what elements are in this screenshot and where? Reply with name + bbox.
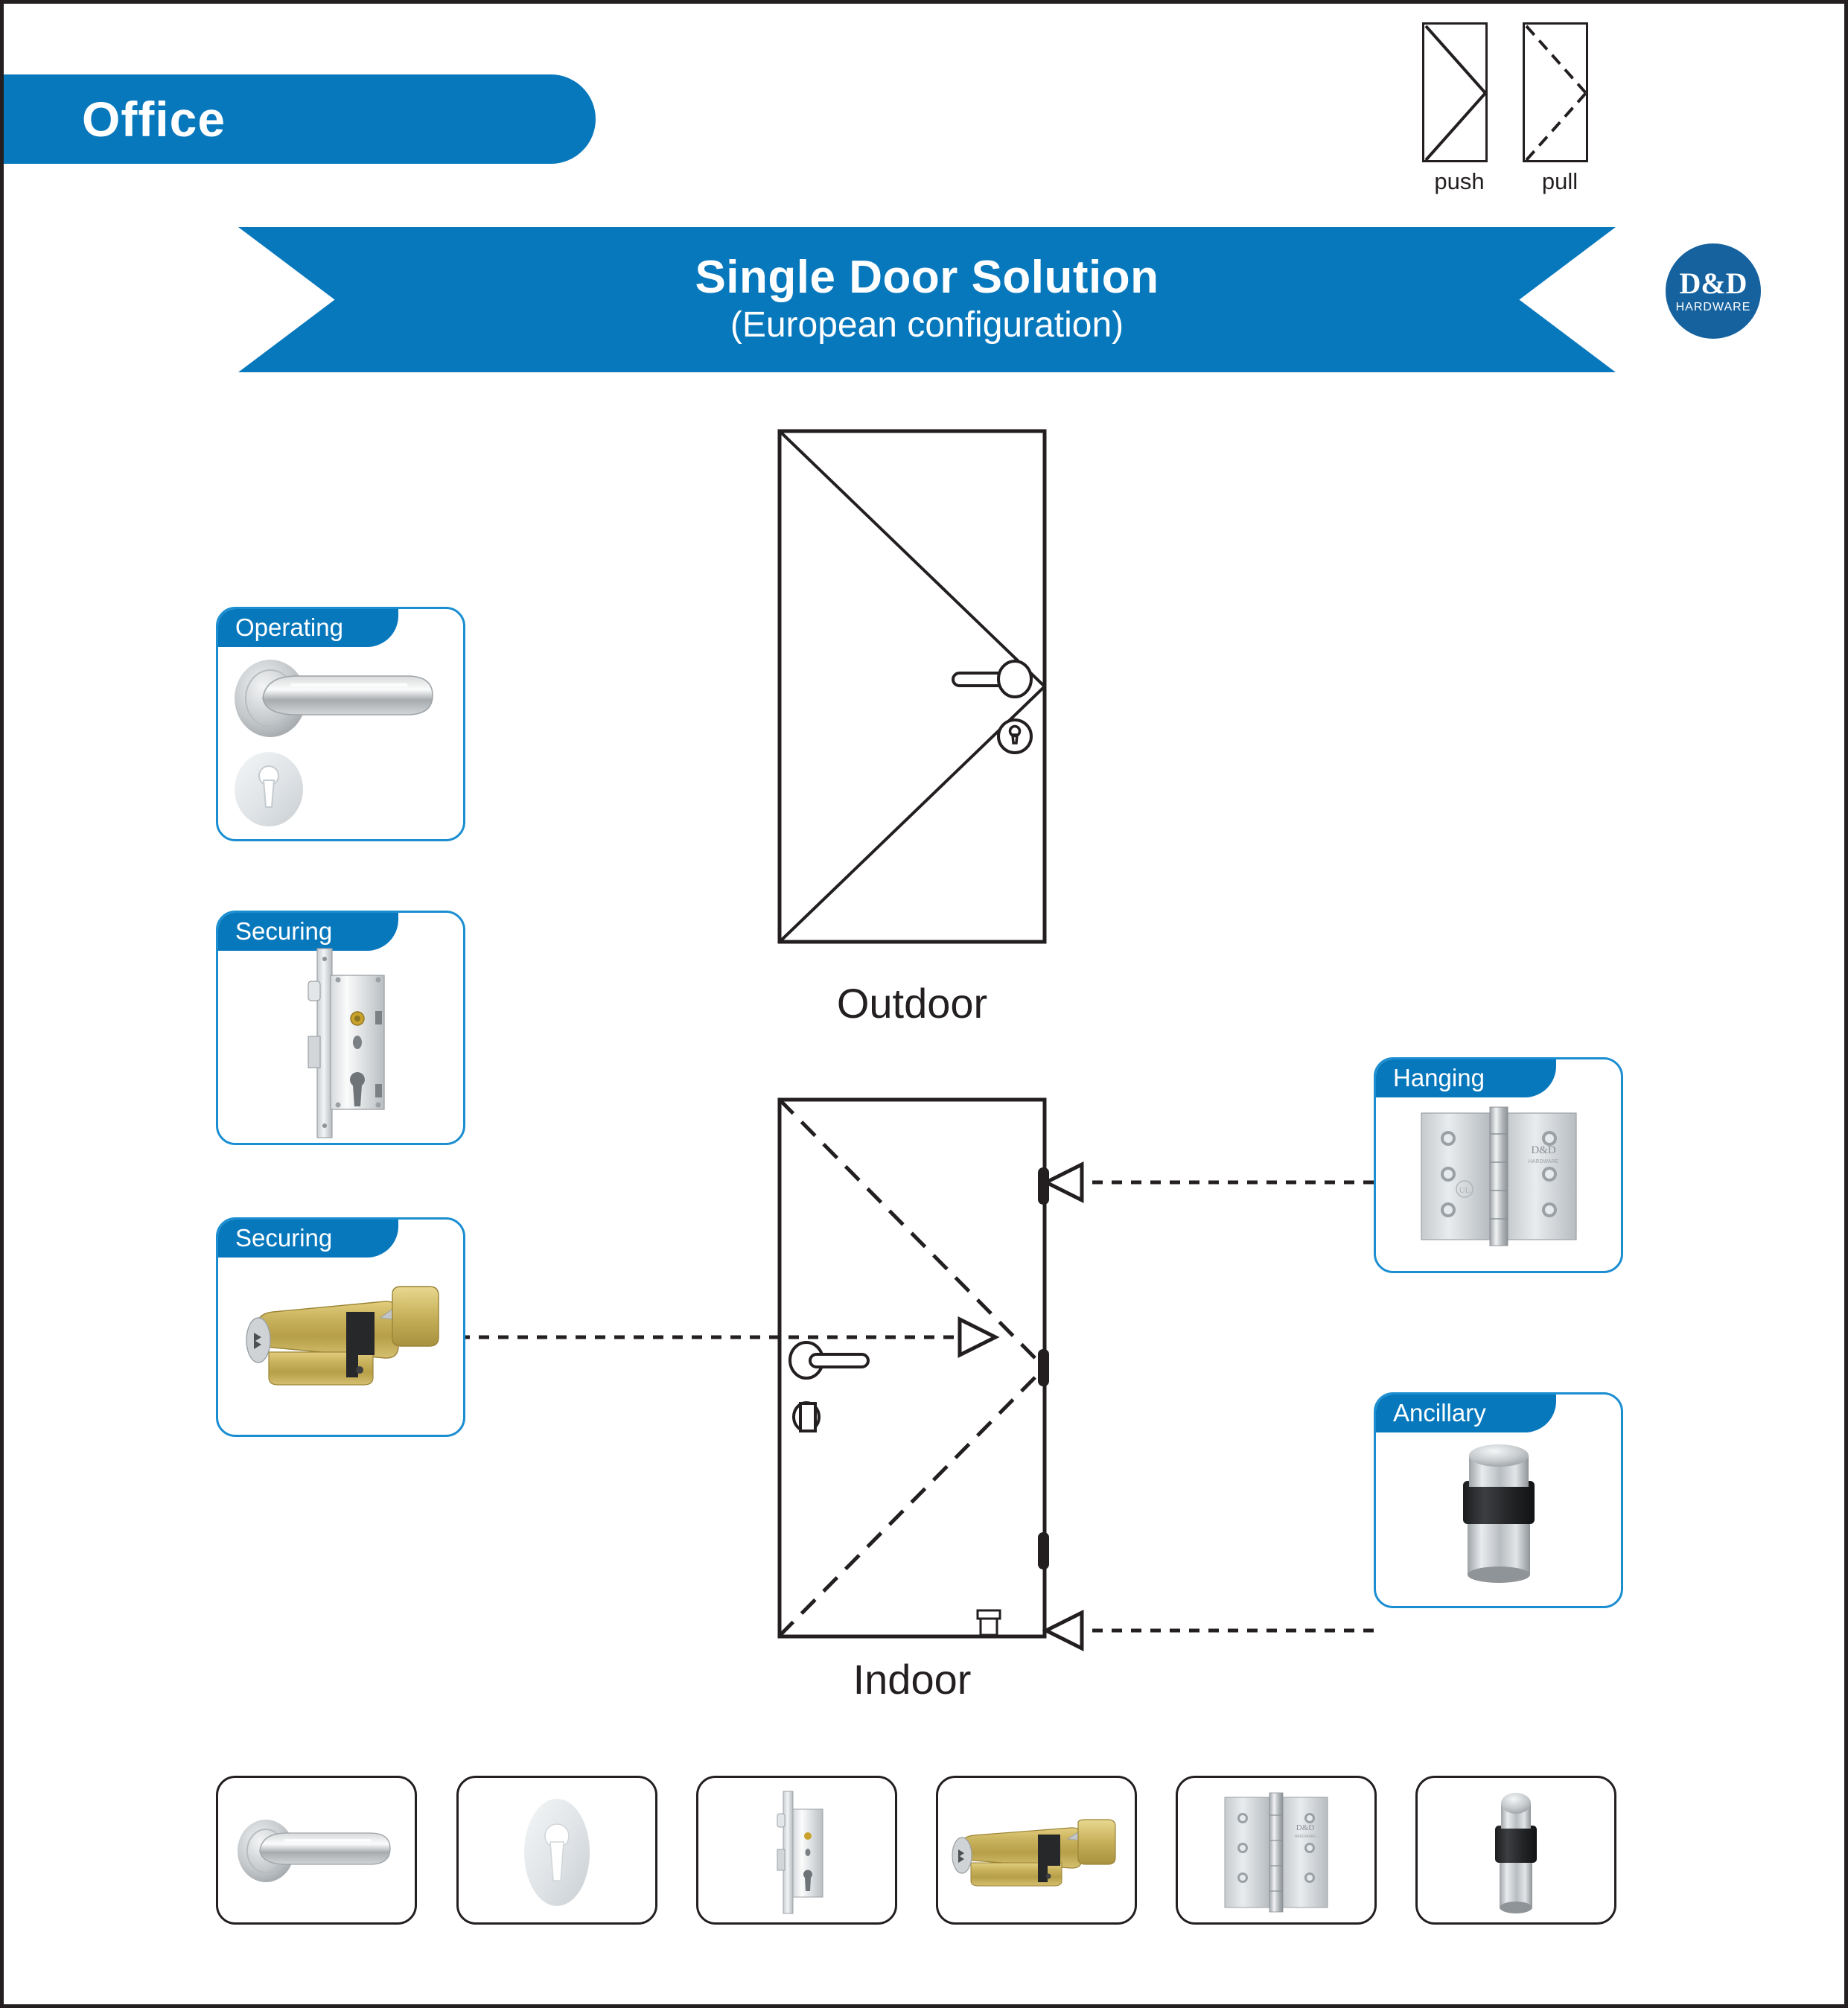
product-card-door-stopper[interactable]: Door Stopper DDDS010	[1415, 1776, 1616, 1925]
callout-card-lever-handle[interactable]: Operating	[216, 607, 465, 841]
lever-handle-icon	[235, 660, 433, 826]
door-solution-poster: Office push pull Single Door Solution (E…	[0, 0, 1848, 2008]
mortise-lock-icon	[777, 1791, 823, 1914]
callout-card-entrance-cylinder[interactable]: Securing	[216, 1217, 465, 1437]
product-card-ball-bearing-hinge[interactable]: D&D HARDWARE Ball Bearing Hinge DDSS002-…	[1176, 1776, 1377, 1925]
lock-cylinder-icon	[952, 1819, 1116, 1887]
door-stopper-icon	[1462, 1444, 1535, 1583]
svg-text:D&D: D&D	[1296, 1823, 1315, 1832]
svg-text:HARDWARE: HARDWARE	[1295, 1835, 1317, 1839]
door-stopper-icon	[1495, 1793, 1537, 1913]
lever-handle-icon	[238, 1820, 391, 1882]
lock-cylinder-icon	[246, 1286, 439, 1386]
callout-tag-ancillary: Ancillary	[1376, 1395, 1556, 1432]
product-card-lock-cylinder[interactable]: Lock Cylinder DDLC004	[936, 1776, 1137, 1925]
svg-text:D&D: D&D	[1531, 1144, 1556, 1156]
callout-card-ball-bearing-hinge[interactable]: Hanging D&D HARDWARE UL	[1374, 1057, 1623, 1273]
callout-card-door-stopper[interactable]: Ancillary	[1374, 1392, 1623, 1608]
ball-bearing-hinge-icon: D&D HARDWARE UL	[1420, 1106, 1577, 1246]
svg-text:UL: UL	[1459, 1186, 1470, 1195]
product-card-escutcheon[interactable]: Escutcheon DDES001	[456, 1776, 657, 1925]
svg-text:HARDWARE: HARDWARE	[1528, 1159, 1558, 1164]
mortise-lock-icon	[307, 948, 385, 1138]
ball-bearing-hinge-icon: D&D HARDWARE	[1224, 1792, 1328, 1913]
escutcheon-icon	[524, 1799, 590, 1906]
callout-tag-operating: Operating	[218, 609, 398, 647]
product-card-mortise-lock[interactable]: Mortise Lock DDML016	[696, 1776, 897, 1925]
product-card-lever-handle[interactable]: Lever Handle DDTH001	[216, 1776, 417, 1925]
callout-tag-securing-cylinder: Securing	[218, 1220, 398, 1258]
callout-tag-securing-lock: Securing	[218, 913, 398, 951]
callout-tag-hanging: Hanging	[1376, 1059, 1556, 1097]
callout-card-mortise-lock[interactable]: Securing	[216, 911, 465, 1145]
